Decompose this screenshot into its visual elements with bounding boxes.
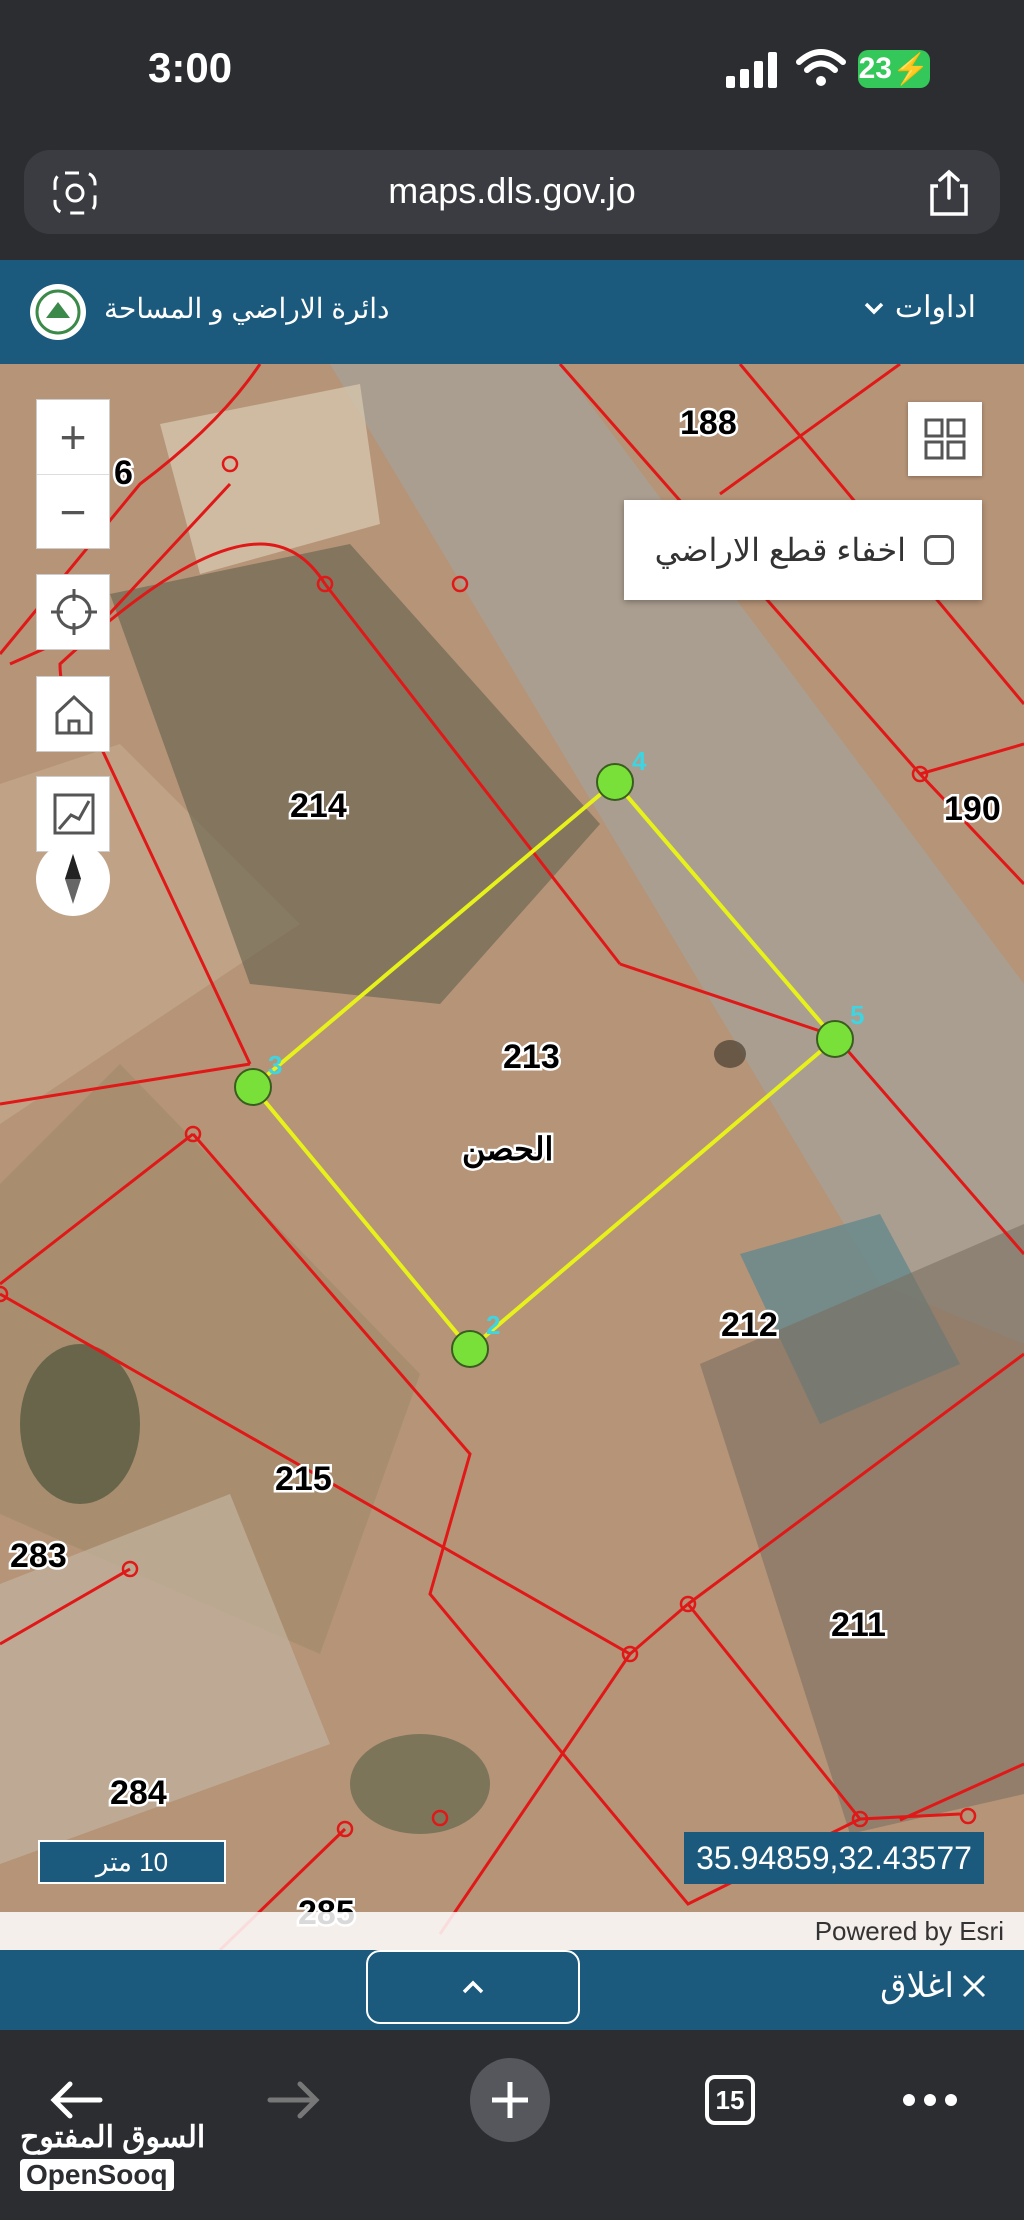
- locate-button[interactable]: [36, 574, 110, 650]
- vertex-marker: [234, 1068, 272, 1106]
- measure-icon: [53, 793, 95, 835]
- address-bar[interactable]: maps.dls.gov.jo: [24, 150, 1000, 234]
- map-canvas[interactable]: 4 5 3 2 188 190 214 213 212 211 215 283 …: [0, 364, 1024, 1950]
- zoom-out-button[interactable]: −: [37, 475, 109, 549]
- clock: 3:00: [148, 44, 233, 91]
- zoom-in-button[interactable]: +: [37, 400, 109, 475]
- tools-menu[interactable]: اداوات: [863, 290, 976, 325]
- parcel-label: 6: [114, 454, 133, 492]
- header-title: دائرة الاراضي و المساحة: [104, 293, 390, 324]
- chevron-up-icon: [462, 1980, 484, 1994]
- forward-arrow-icon: [267, 2081, 320, 2119]
- new-tab-button[interactable]: [470, 2058, 550, 2142]
- vertex-marker: [816, 1020, 854, 1058]
- dls-logo: [30, 284, 86, 340]
- close-panel-button[interactable]: اغلاق: [880, 1966, 988, 2006]
- home-button[interactable]: [36, 676, 110, 752]
- grid-icon: [924, 418, 966, 460]
- cellular-signal-icon: [726, 52, 777, 88]
- opensooq-watermark: السوق المفتوح OpenSooq: [20, 2120, 205, 2191]
- status-bar: 3:00 23 ⚡: [0, 0, 1024, 140]
- vertex-marker: [596, 763, 634, 801]
- measure-button[interactable]: [36, 776, 110, 852]
- more-icon: [903, 2094, 957, 2106]
- more-button[interactable]: [890, 2060, 970, 2140]
- parcel-label: 213: [503, 1038, 560, 1076]
- tools-label[interactable]: اداوات: [895, 290, 976, 325]
- site-header: دائرة الاراضي و المساحة اداوات: [0, 260, 1024, 364]
- vertex-marker: [451, 1330, 489, 1368]
- close-label: اغلاق: [880, 1967, 954, 2005]
- plus-icon: [492, 2082, 528, 2118]
- hide-parcels-toggle[interactable]: اخفاء قطع الاراضي: [624, 500, 982, 600]
- battery-level: 23: [858, 52, 892, 85]
- close-icon: [962, 1974, 986, 1998]
- vertex-label: 2: [486, 1310, 500, 1340]
- basemap-switch-button[interactable]: [908, 402, 982, 476]
- map-view[interactable]: 4 5 3 2 188 190 214 213 212 211 215 283 …: [0, 364, 1024, 1950]
- home-icon: [55, 694, 93, 735]
- tab-count: 15: [705, 2075, 755, 2125]
- parcel-label: 214: [290, 787, 347, 825]
- crosshair-icon: [51, 589, 97, 635]
- watermark-arabic: السوق المفتوح: [20, 2121, 206, 2154]
- wifi-icon: [796, 49, 846, 86]
- watermark-english: OpenSooq: [20, 2159, 174, 2191]
- parcel-label: 188: [680, 404, 737, 442]
- parcel-label: 190: [944, 790, 1001, 828]
- bottom-panel-bar: اغلاق: [0, 1950, 1024, 2030]
- share-icon[interactable]: [926, 168, 972, 218]
- vertex-label: 4: [632, 746, 647, 776]
- back-arrow-icon: [50, 2081, 103, 2119]
- parcel-label: 284: [110, 1774, 167, 1812]
- battery-indicator: 23 ⚡: [858, 50, 930, 88]
- hide-parcels-label: اخفاء قطع الاراضي: [654, 532, 906, 568]
- compass-button[interactable]: [36, 842, 110, 916]
- vertex-label: 5: [850, 1000, 864, 1030]
- forward-button[interactable]: [254, 2060, 334, 2140]
- compass-icon: [65, 854, 81, 904]
- map-attribution: Powered by Esri: [0, 1912, 1024, 1950]
- vertex-label: 3: [268, 1050, 282, 1080]
- coordinates-readout: 35.94859,32.43577: [684, 1832, 984, 1884]
- area-name-label: الحصن: [462, 1131, 553, 1169]
- expand-panel-button[interactable]: [366, 1950, 580, 2024]
- chevron-down-icon: [864, 302, 884, 314]
- parcel-label: 215: [275, 1460, 332, 1498]
- scale-bar: 10 متر: [38, 1840, 226, 1884]
- zoom-controls: + −: [36, 399, 110, 549]
- parcel-label: 211: [831, 1606, 886, 1644]
- tabs-button[interactable]: 15: [690, 2060, 770, 2140]
- parcel-label: 283: [10, 1537, 67, 1575]
- parcel-label: 212: [721, 1306, 778, 1344]
- hide-parcels-checkbox[interactable]: [924, 535, 954, 565]
- url-text[interactable]: maps.dls.gov.jo: [24, 170, 1000, 212]
